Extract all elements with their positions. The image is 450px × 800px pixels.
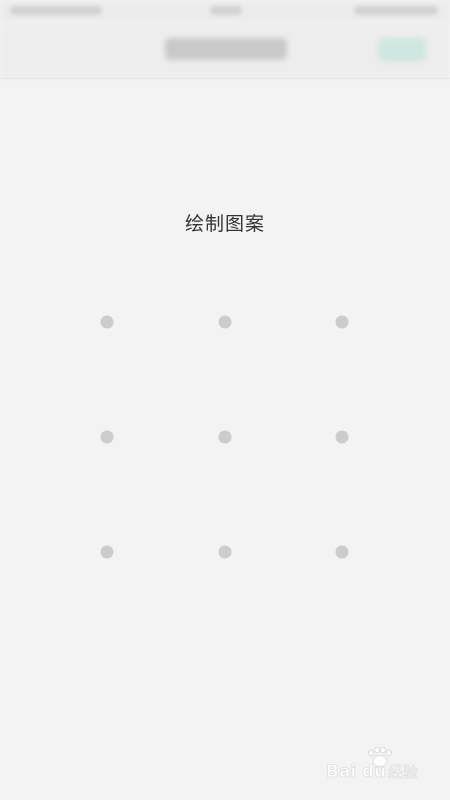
nav-title-blurred <box>165 38 287 60</box>
pattern-dot-5[interactable] <box>218 430 232 444</box>
navigation-bar <box>0 22 450 78</box>
pattern-dot-1[interactable] <box>100 315 114 329</box>
baidu-jingyan-watermark-logo: Bai du 经验 <box>326 747 418 782</box>
pattern-dot-9[interactable] <box>335 545 349 559</box>
pattern-grid[interactable] <box>50 265 400 610</box>
clock-blurred <box>210 6 242 15</box>
pattern-lock-screen: 绘制图案 Bai du 经验 <box>0 0 450 800</box>
pattern-dot-7[interactable] <box>100 545 114 559</box>
pattern-dot-6[interactable] <box>335 430 349 444</box>
carrier-info-blurred <box>10 6 102 15</box>
status-bar <box>0 0 450 22</box>
pattern-dot-8[interactable] <box>218 545 232 559</box>
nav-divider <box>0 78 450 79</box>
draw-pattern-prompt: 绘制图案 <box>184 213 265 235</box>
nav-action-button-blurred[interactable] <box>378 38 426 62</box>
svg-text:Bai: Bai <box>326 762 356 782</box>
svg-text:经验: 经验 <box>388 763 418 781</box>
pattern-dot-2[interactable] <box>218 315 232 329</box>
status-icons-blurred <box>354 6 438 15</box>
svg-text:du: du <box>362 762 386 782</box>
pattern-dot-4[interactable] <box>100 430 114 444</box>
pattern-dot-3[interactable] <box>335 315 349 329</box>
